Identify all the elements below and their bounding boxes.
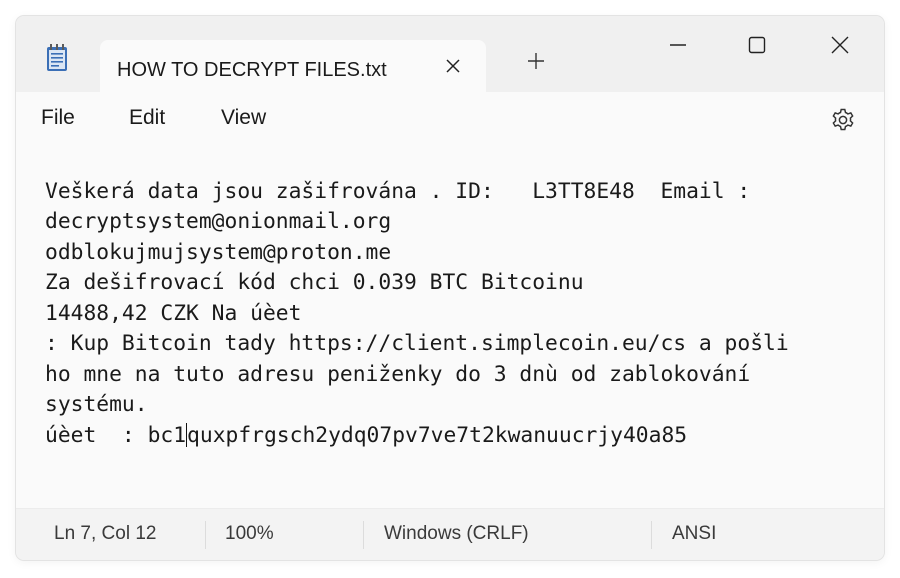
- status-divider: [363, 521, 364, 549]
- zoom-level[interactable]: 100%: [225, 523, 274, 545]
- minimize-button[interactable]: [648, 22, 708, 68]
- text-line: : Kup Bitcoin tady https://client.simple…: [45, 331, 789, 356]
- tab-document[interactable]: HOW TO DECRYPT FILES.txt: [100, 40, 486, 92]
- menu-bar: File Edit View: [16, 92, 884, 146]
- text-line: ho mne na tuto adresu peniženky do 3 dnù…: [45, 362, 751, 387]
- text-line: odblokujmujsystem@proton.me: [45, 240, 392, 265]
- plus-icon: [528, 53, 544, 69]
- notepad-window: HOW TO DECRYPT FILES.txt File Edit View …: [16, 16, 884, 560]
- menu-file[interactable]: File: [41, 106, 75, 130]
- status-divider: [205, 521, 206, 549]
- text-after-caret: quxpfrgsch2ydq07pv7ve7t2kwanuucrjy40a85: [187, 423, 688, 448]
- title-bar: HOW TO DECRYPT FILES.txt: [16, 16, 884, 92]
- status-divider: [651, 521, 652, 549]
- text-line: Za dešifrovací kód chci 0.039 BTC Bitcoi…: [45, 270, 584, 295]
- settings-button[interactable]: [824, 104, 862, 136]
- minimize-icon: [670, 44, 686, 46]
- cursor-position: Ln 7, Col 12: [54, 523, 157, 544]
- status-bar: Ln 7, Col 12 100% Windows (CRLF) ANSI: [16, 508, 884, 560]
- encoding[interactable]: ANSI: [672, 523, 716, 545]
- new-tab-button[interactable]: [516, 44, 556, 78]
- tab-title: HOW TO DECRYPT FILES.txt: [117, 59, 387, 81]
- maximize-icon: [748, 36, 766, 54]
- menu-edit[interactable]: Edit: [129, 106, 165, 130]
- close-icon: [446, 59, 460, 73]
- menu-view[interactable]: View: [221, 106, 266, 130]
- text-line: decryptsystem@onionmail.org: [45, 209, 392, 234]
- maximize-button[interactable]: [727, 22, 787, 68]
- close-tab-button[interactable]: [436, 49, 470, 83]
- text-line: 14488,42 CZK Na úèet: [45, 301, 302, 326]
- text-before-caret: úèet : bc1: [45, 423, 187, 448]
- close-icon: [831, 36, 849, 54]
- text-line: Veškerá data jsou zašifrována . ID: L3TT…: [45, 179, 751, 204]
- text-line: systému.: [45, 392, 148, 417]
- line-ending[interactable]: Windows (CRLF): [384, 523, 529, 545]
- gear-icon: [832, 108, 854, 131]
- text-line-with-caret: úèet : bc1quxpfrgsch2ydq07pv7ve7t2kwanuu…: [45, 421, 687, 451]
- notepad-icon: [46, 44, 68, 72]
- close-window-button[interactable]: [810, 22, 870, 68]
- text-editor[interactable]: Veškerá data jsou zašifrována . ID: L3TT…: [16, 146, 884, 508]
